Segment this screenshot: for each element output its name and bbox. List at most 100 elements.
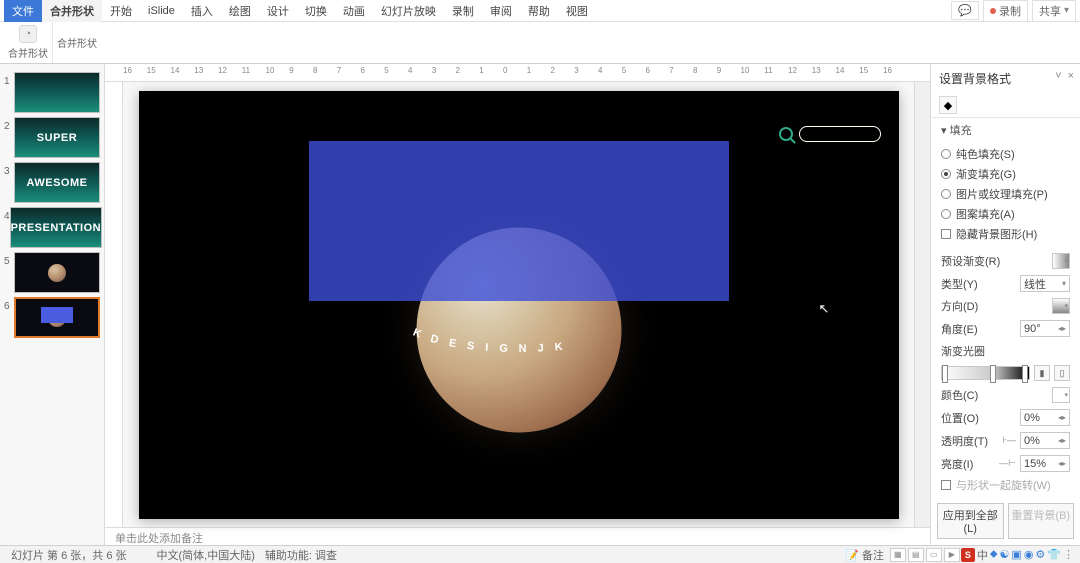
merge-shapes-group[interactable]: ◔ 合并形状 <box>4 22 53 63</box>
workspace: 1 2 SUPER 3 AWESOME 4 PRESENTATION 5 6 1… <box>0 64 1080 545</box>
tab-islide[interactable]: iSlide <box>140 2 183 20</box>
reset-background-button[interactable]: 重置背景(B) <box>1008 503 1075 539</box>
tray-icon-7[interactable]: ⋮ <box>1063 548 1074 561</box>
angle-input[interactable]: 90°◂▸ <box>1020 320 1070 337</box>
brightness-input[interactable]: 15%◂▸ <box>1020 455 1070 472</box>
record-button[interactable]: 录制 <box>983 0 1028 22</box>
language-indicator[interactable]: 中文(简体,中国大陆) <box>152 547 260 563</box>
share-button[interactable]: 共享▾ <box>1032 0 1076 22</box>
slide-area[interactable]: K D E S I G N J K ↖ <box>123 82 914 527</box>
tab-draw[interactable]: 绘图 <box>221 0 259 22</box>
ime-label[interactable]: 中 <box>977 547 988 563</box>
tab-help[interactable]: 帮助 <box>520 0 558 22</box>
search-pill-shape <box>799 126 881 142</box>
checkbox-hide-bg[interactable]: 隐藏背景图形(H) <box>931 224 1080 244</box>
tab-start[interactable]: 开始 <box>102 0 140 22</box>
slide-canvas[interactable]: K D E S I G N J K ↖ <box>139 91 899 519</box>
preset-gradient-swatch[interactable] <box>1052 253 1070 269</box>
notes-pane[interactable]: 单击此处添加备注 <box>105 527 930 545</box>
thumbnail-slide-6[interactable]: 6 <box>0 295 104 340</box>
merge-shapes-icon: ◔ <box>19 25 37 43</box>
thumbnail-slide-1[interactable]: 1 <box>0 70 104 115</box>
slideshow-view-button[interactable]: ▶ <box>944 548 960 562</box>
record-button-label: 录制 <box>999 3 1021 19</box>
thumbnail-slide-2[interactable]: 2 SUPER <box>0 115 104 160</box>
merge-shapes-section-label: 合并形状 <box>53 22 101 63</box>
radio-solid-fill[interactable]: 纯色填充(S) <box>931 144 1080 164</box>
tray-icon-4[interactable]: ◉ <box>1024 548 1034 561</box>
tray-icon-6[interactable]: 👕 <box>1047 548 1061 561</box>
vertical-scrollbar[interactable] <box>914 82 930 527</box>
tab-review[interactable]: 审阅 <box>482 0 520 22</box>
reading-view-button[interactable]: ▭ <box>926 548 942 562</box>
angle-row[interactable]: 角度(E) 90°◂▸ <box>931 317 1080 340</box>
tab-slideshow[interactable]: 幻灯片放映 <box>373 0 444 22</box>
color-picker[interactable] <box>1052 387 1070 403</box>
pane-chevron-icon[interactable]: ˅ <box>1055 70 1061 82</box>
radio-picture-fill[interactable]: 图片或纹理填充(P) <box>931 184 1080 204</box>
format-background-pane: ˅ × 设置背景格式 ◆ ▾ 填充 纯色填充(S) 渐变填充(G) 图片或纹理填… <box>930 64 1080 545</box>
gradient-stops-bar[interactable] <box>941 366 1030 380</box>
brightness-row[interactable]: 亮度(I) —⊢ 15%◂▸ <box>931 452 1080 475</box>
notes-toggle[interactable]: 📝 备注 <box>840 547 889 563</box>
ribbon-tabs: 文件 合并形状 开始 iSlide 插入 绘图 设计 切换 动画 幻灯片放映 录… <box>0 0 1080 22</box>
planet-icon <box>48 264 66 282</box>
normal-view-button[interactable]: ▦ <box>890 548 906 562</box>
record-icon <box>990 8 996 14</box>
transparency-row[interactable]: 透明度(T) ⊦— 0%◂▸ <box>931 429 1080 452</box>
position-row[interactable]: 位置(O) 0%◂▸ <box>931 406 1080 429</box>
search-icon <box>779 127 793 141</box>
share-button-label: 共享 <box>1039 3 1061 19</box>
slide-thumbnails: 1 2 SUPER 3 AWESOME 4 PRESENTATION 5 6 <box>0 64 105 545</box>
direction-row[interactable]: 方向(D) <box>931 295 1080 317</box>
accessibility-indicator[interactable]: 辅助功能: 调查 <box>260 547 342 563</box>
thumbnail-slide-3[interactable]: 3 AWESOME <box>0 160 104 205</box>
radio-gradient-fill[interactable]: 渐变填充(G) <box>931 164 1080 184</box>
tab-view[interactable]: 视图 <box>558 0 596 22</box>
tray-icon-1[interactable]: ⬥ <box>990 548 998 561</box>
comments-button[interactable]: 💬 <box>951 1 979 20</box>
preset-gradient-row[interactable]: 预设渐变(R) <box>931 250 1080 272</box>
tray-icon-5[interactable]: ⚙ <box>1035 548 1045 561</box>
slide-counter[interactable]: 幻灯片 第 6 张，共 6 张 <box>6 547 132 563</box>
stops-label-row: 渐变光圈 <box>931 340 1080 362</box>
mouse-cursor-icon: ↖ <box>819 301 830 317</box>
transparency-input[interactable]: 0%◂▸ <box>1020 432 1070 449</box>
merge-shapes-label: 合并形状 <box>8 45 48 60</box>
thumbnail-slide-4[interactable]: 4 PRESENTATION <box>0 205 104 250</box>
thumbnail-slide-5[interactable]: 5 <box>0 250 104 295</box>
fill-section-header[interactable]: ▾ 填充 <box>931 118 1080 142</box>
tray-icon-2[interactable]: ☯ <box>1000 548 1010 561</box>
chevron-down-icon: ▾ <box>1064 5 1069 16</box>
remove-stop-button[interactable]: ▯ <box>1054 365 1070 381</box>
tab-transition[interactable]: 切换 <box>297 0 335 22</box>
radio-pattern-fill[interactable]: 图案填充(A) <box>931 204 1080 224</box>
close-pane-button[interactable]: × <box>1068 70 1074 82</box>
position-input[interactable]: 0%◂▸ <box>1020 409 1070 426</box>
add-stop-button[interactable]: ▮ <box>1034 365 1050 381</box>
tab-file[interactable]: 文件 <box>4 0 42 22</box>
fill-tool-icon[interactable]: ◆ <box>939 96 957 114</box>
type-dropdown[interactable]: 线性▾ <box>1020 275 1070 292</box>
color-row[interactable]: 颜色(C) <box>931 384 1080 406</box>
ime-icon[interactable]: S <box>961 548 975 562</box>
tab-merge-shapes[interactable]: 合并形状 <box>42 0 102 22</box>
blue-rectangle-shape[interactable] <box>309 141 729 301</box>
search-widget[interactable] <box>779 126 881 142</box>
status-bar: 幻灯片 第 6 张，共 6 张 中文(简体,中国大陆) 辅助功能: 调查 📝 备… <box>0 545 1080 563</box>
type-row[interactable]: 类型(Y) 线性▾ <box>931 272 1080 295</box>
apply-to-all-button[interactable]: 应用到全部(L) <box>937 503 1004 539</box>
ribbon-panel: ◔ 合并形状 合并形状 <box>0 22 1080 64</box>
horizontal-ruler: 1615141312111098765432101234567891011121… <box>105 64 930 82</box>
vertical-ruler <box>105 82 123 527</box>
tab-record[interactable]: 录制 <box>444 0 482 22</box>
tab-insert[interactable]: 插入 <box>183 0 221 22</box>
tray-icon-3[interactable]: ▣ <box>1011 548 1021 561</box>
direction-swatch[interactable] <box>1052 298 1070 314</box>
tab-animation[interactable]: 动画 <box>335 0 373 22</box>
sorter-view-button[interactable]: ▤ <box>908 548 924 562</box>
blue-rect-icon <box>41 307 73 323</box>
checkbox-rotate-with-shape: 与形状一起旋转(W) <box>931 475 1080 495</box>
slide-editor: 1615141312111098765432101234567891011121… <box>105 64 930 545</box>
tab-design[interactable]: 设计 <box>259 0 297 22</box>
